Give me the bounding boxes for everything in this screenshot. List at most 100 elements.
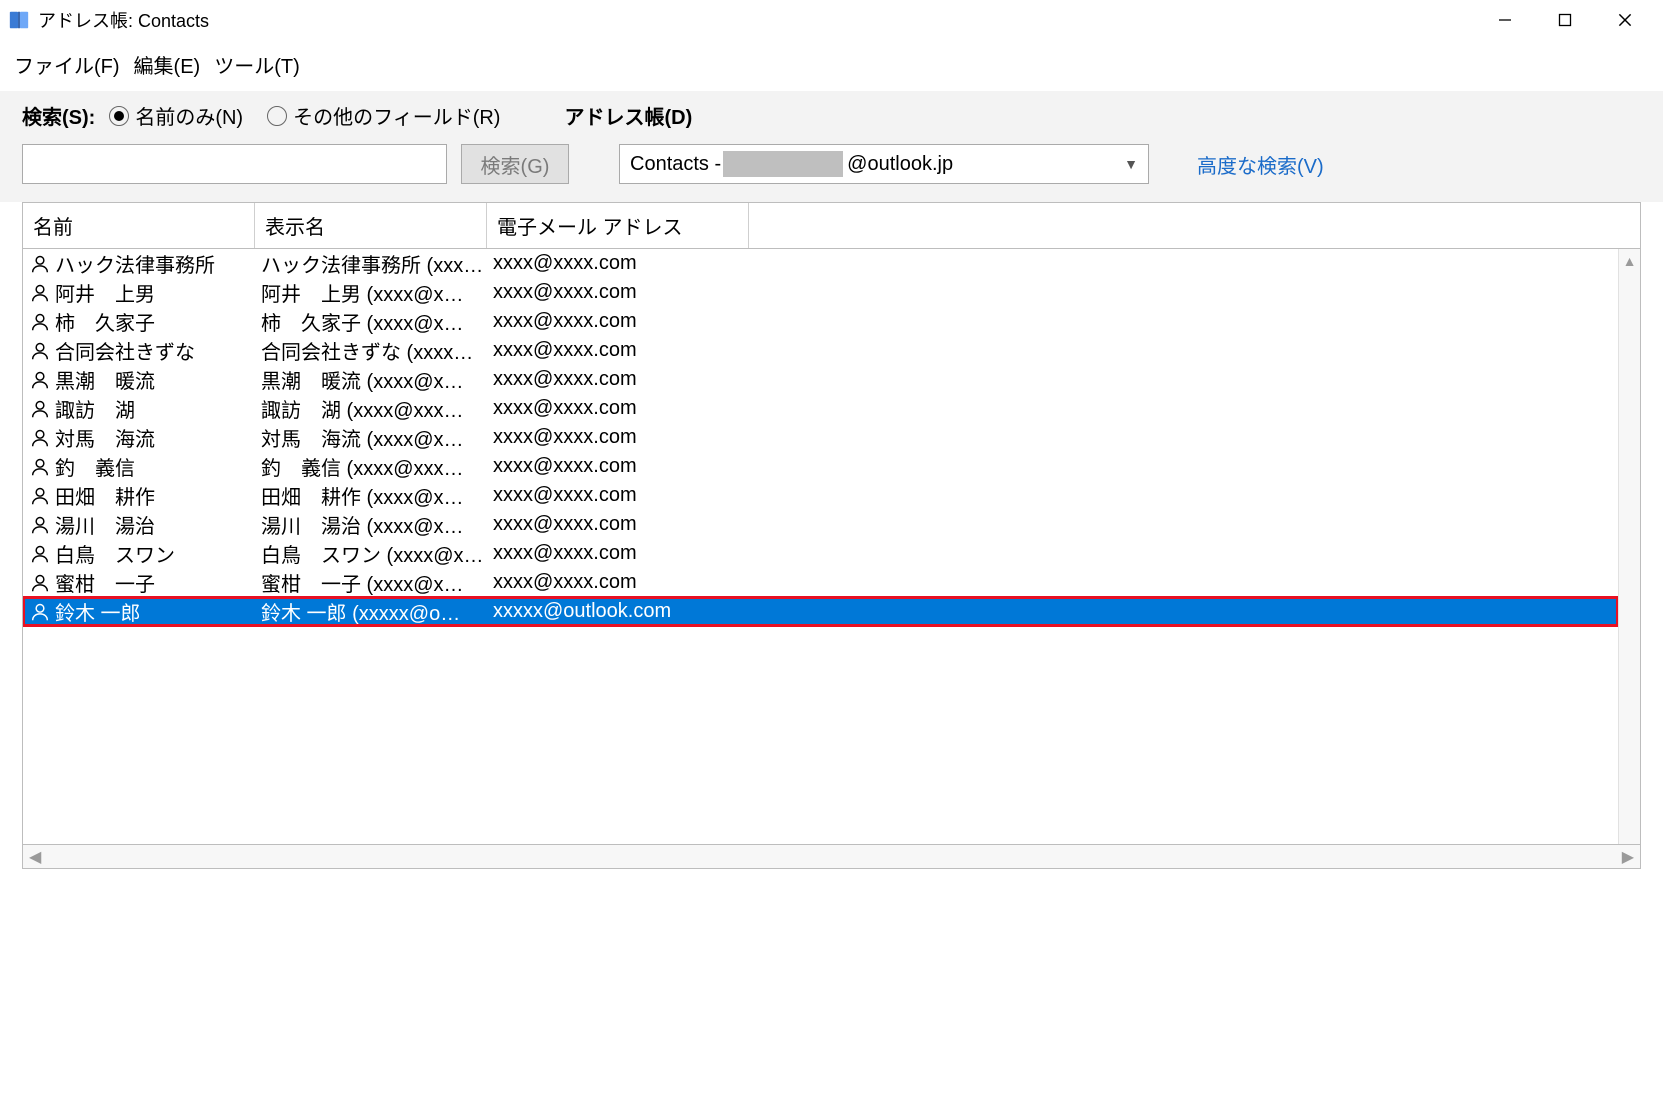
cell-name: 合同会社きずな (29, 336, 261, 365)
cell-display: 諏訪 湖 (xxxx@xxx… (261, 394, 493, 423)
radio-icon (267, 106, 287, 126)
scroll-left-icon: ◀ (29, 847, 41, 867)
cell-display: 釣 義信 (xxxx@xxx… (261, 452, 493, 481)
window-controls (1475, 0, 1655, 40)
minimize-button[interactable] (1475, 0, 1535, 40)
maximize-button[interactable] (1535, 0, 1595, 40)
table-row[interactable]: 田畑 耕作田畑 耕作 (xxxx@x…xxxx@xxxx.com (23, 481, 1618, 510)
table-row[interactable]: 蜜柑 一子 蜜柑 一子 (xxxx@x…xxxx@xxxx.com (23, 568, 1618, 597)
cell-email: xxxx@xxxx.com (493, 542, 1618, 565)
radio-name-only-label: 名前のみ(N) (135, 101, 243, 130)
close-button[interactable] (1595, 0, 1655, 40)
cell-name: 釣 義信 (29, 452, 261, 481)
person-icon (29, 456, 51, 478)
person-icon (29, 427, 51, 449)
name-text: 蜜柑 一子 (55, 568, 155, 597)
person-icon (29, 311, 51, 333)
person-icon (29, 572, 51, 594)
table-row[interactable]: 釣 義信 釣 義信 (xxxx@xxx…xxxx@xxxx.com (23, 452, 1618, 481)
cell-name: 黒潮 暖流 (29, 365, 261, 394)
table-row[interactable]: 湯川 湯治湯川 湯治 (xxxx@x…xxxx@xxxx.com (23, 510, 1618, 539)
contacts-table: 名前 表示名 電子メール アドレス ハック法律事務所ハック法律事務所 (xxx…… (22, 202, 1641, 869)
menu-file[interactable]: ファイル(F) (14, 50, 120, 79)
search-input[interactable] (22, 144, 447, 184)
menu-edit[interactable]: 編集(E) (134, 50, 201, 79)
search-button[interactable]: 検索(G) (461, 144, 569, 184)
name-text: ハック法律事務所 (55, 249, 215, 278)
name-text: 阿井 上男 (55, 278, 155, 307)
cell-display: 鈴木 一郎 (xxxxx@o… (261, 597, 493, 626)
name-text: 合同会社きずな (55, 336, 195, 365)
radio-icon (109, 106, 129, 126)
person-icon (29, 601, 51, 623)
address-book-label: アドレス帳(D) (564, 101, 692, 130)
cell-name: 白鳥 スワン (29, 539, 261, 568)
cell-display: 対馬 海流 (xxxx@x… (261, 423, 493, 452)
radio-more-fields[interactable]: その他のフィールド(R) (267, 101, 500, 130)
search-options-row: 検索(S): 名前のみ(N) その他のフィールド(R) アドレス帳(D) (0, 91, 1663, 144)
cell-name: 田畑 耕作 (29, 481, 261, 510)
cell-email: xxxx@xxxx.com (493, 368, 1618, 391)
name-text: 釣 義信 (55, 452, 135, 481)
cell-email: xxxx@xxxx.com (493, 310, 1618, 333)
person-icon (29, 253, 51, 275)
cell-display: 合同会社きずな (xxxx… (261, 336, 493, 365)
list-wrap: ハック法律事務所ハック法律事務所 (xxx…xxxx@xxxx.com阿井 上男… (22, 249, 1641, 845)
cell-email: xxxx@xxxx.com (493, 281, 1618, 304)
menubar: ファイル(F) 編集(E) ツール(T) (0, 40, 1663, 91)
person-icon (29, 340, 51, 362)
window-title: アドレス帳: Contacts (38, 7, 209, 33)
name-text: 対馬 海流 (55, 423, 155, 452)
table-row[interactable]: 阿井 上男阿井 上男 (xxxx@x…xxxx@xxxx.com (23, 278, 1618, 307)
name-text: 柿 久家子 (55, 307, 155, 336)
cell-name: 諏訪 湖 (29, 394, 261, 423)
table-row[interactable]: 鈴木 一郎鈴木 一郎 (xxxxx@o…xxxxx@outlook.com (23, 597, 1618, 626)
cell-display: 白鳥 スワン (xxxx@x… (261, 539, 493, 568)
cell-email: xxxxx@outlook.com (493, 600, 1618, 623)
column-blank[interactable] (749, 203, 1640, 248)
cell-email: xxxx@xxxx.com (493, 397, 1618, 420)
cell-email: xxxx@xxxx.com (493, 571, 1618, 594)
column-email[interactable]: 電子メール アドレス (487, 203, 749, 248)
menu-tool[interactable]: ツール(T) (214, 50, 300, 79)
cell-email: xxxx@xxxx.com (493, 484, 1618, 507)
cell-name: 鈴木 一郎 (29, 597, 261, 626)
column-name[interactable]: 名前 (23, 203, 255, 248)
person-icon (29, 282, 51, 304)
table-header: 名前 表示名 電子メール アドレス (22, 202, 1641, 249)
cell-email: xxxx@xxxx.com (493, 426, 1618, 449)
table-row[interactable]: 柿 久家子 柿 久家子 (xxxx@x…xxxx@xxxx.com (23, 307, 1618, 336)
search-label: 検索(S): (22, 101, 95, 130)
table-row[interactable]: 黒潮 暖流 黒潮 暖流 (xxxx@x…xxxx@xxxx.com (23, 365, 1618, 394)
person-icon (29, 514, 51, 536)
cell-name: 柿 久家子 (29, 307, 261, 336)
table-row[interactable]: 対馬 海流 対馬 海流 (xxxx@x…xxxx@xxxx.com (23, 423, 1618, 452)
vertical-scrollbar[interactable]: ▲ (1618, 249, 1640, 844)
cell-display: 蜜柑 一子 (xxxx@x… (261, 568, 493, 597)
advanced-search-link[interactable]: 高度な検索(V) (1197, 150, 1324, 179)
address-book-prefix: Contacts - (630, 153, 721, 176)
table-row[interactable]: 白鳥 スワン 白鳥 スワン (xxxx@x…xxxx@xxxx.com (23, 539, 1618, 568)
radio-more-fields-label: その他のフィールド(R) (293, 101, 500, 130)
table-row[interactable]: 合同会社きずな 合同会社きずな (xxxx…xxxx@xxxx.com (23, 336, 1618, 365)
cell-email: xxxx@xxxx.com (493, 455, 1618, 478)
cell-email: xxxx@xxxx.com (493, 339, 1618, 362)
name-text: 白鳥 スワン (55, 539, 175, 568)
name-text: 黒潮 暖流 (55, 365, 155, 394)
radio-name-only[interactable]: 名前のみ(N) (109, 101, 243, 130)
contacts-list: ハック法律事務所ハック法律事務所 (xxx…xxxx@xxxx.com阿井 上男… (23, 249, 1618, 844)
cell-name: 蜜柑 一子 (29, 568, 261, 597)
column-display[interactable]: 表示名 (255, 203, 487, 248)
horizontal-scrollbar[interactable]: ◀ ▶ (22, 845, 1641, 869)
person-icon (29, 485, 51, 507)
address-book-select[interactable]: Contacts - @outlook.jp ▼ (619, 144, 1149, 184)
address-book-icon (8, 9, 30, 31)
table-row[interactable]: 諏訪 湖諏訪 湖 (xxxx@xxx…xxxx@xxxx.com (23, 394, 1618, 423)
table-row[interactable]: ハック法律事務所ハック法律事務所 (xxx…xxxx@xxxx.com (23, 249, 1618, 278)
cell-display: 黒潮 暖流 (xxxx@x… (261, 365, 493, 394)
cell-name: 対馬 海流 (29, 423, 261, 452)
cell-display: 柿 久家子 (xxxx@x… (261, 307, 493, 336)
cell-email: xxxx@xxxx.com (493, 252, 1618, 275)
scroll-up-icon: ▲ (1623, 253, 1637, 269)
cell-display: 田畑 耕作 (xxxx@x… (261, 481, 493, 510)
